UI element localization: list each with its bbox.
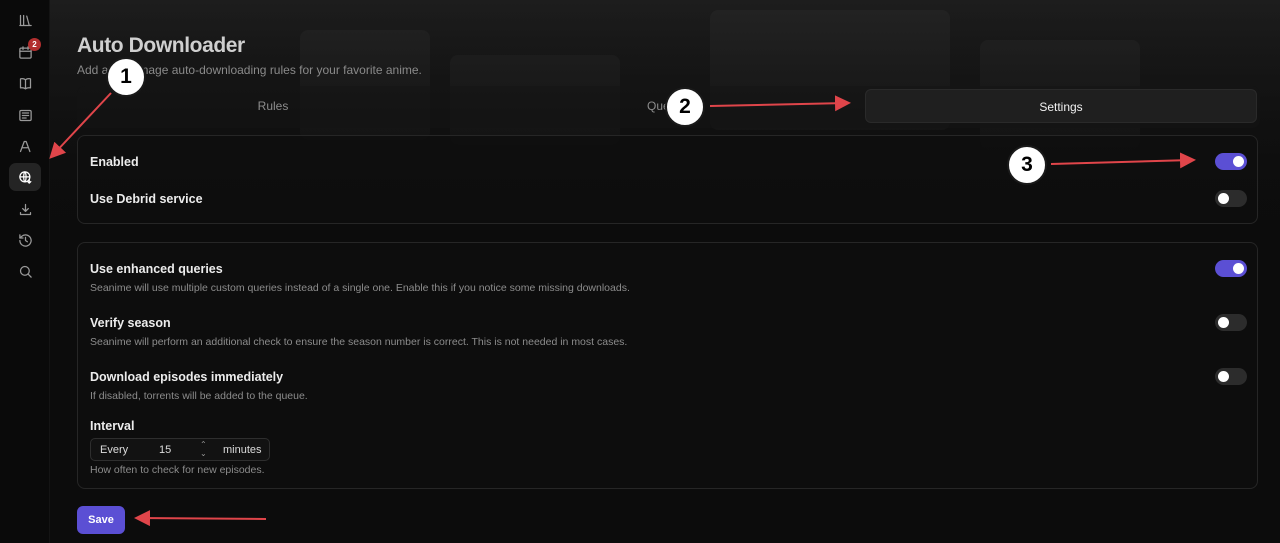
chevron-down-icon[interactable]: ⌄: [200, 450, 207, 458]
enhanced-queries-help: Seanime will use multiple custom queries…: [90, 282, 630, 294]
tab-rules[interactable]: Rules: [81, 89, 465, 123]
enhanced-queries-toggle[interactable]: [1215, 260, 1247, 277]
debrid-toggle[interactable]: [1215, 190, 1247, 207]
callout-step-3: 3: [1007, 145, 1047, 185]
interval-stepper[interactable]: ⌃ ⌄: [198, 439, 210, 460]
general-settings-card: Enabled Use Debrid service: [77, 135, 1258, 224]
arrow-to-save-button: [134, 510, 267, 527]
anilist-icon[interactable]: [9, 132, 41, 160]
book-icon[interactable]: [9, 69, 41, 97]
library-icon[interactable]: [9, 6, 41, 34]
interval-label: Interval: [90, 419, 135, 433]
download-immediately-label: Download episodes immediately: [90, 370, 284, 384]
verify-season-toggle[interactable]: [1215, 314, 1247, 331]
interval-input[interactable]: 15: [159, 444, 171, 456]
page-title: Auto Downloader: [77, 34, 245, 57]
callout-step-1: 1: [106, 57, 146, 97]
interval-help: How often to check for new episodes.: [90, 464, 265, 476]
download-icon[interactable]: [9, 195, 41, 223]
callout-step-2: 2: [665, 87, 705, 127]
interval-prefix: Every: [100, 444, 129, 456]
sidebar: 2: [0, 0, 50, 543]
debrid-label: Use Debrid service: [90, 192, 203, 206]
enhanced-queries-label: Use enhanced queries: [90, 262, 223, 276]
verify-season-help: Seanime will perform an additional check…: [90, 336, 628, 348]
save-button[interactable]: Save: [77, 506, 125, 534]
interval-input-group: Every 15 ⌃ ⌄ minutes: [90, 438, 270, 461]
enabled-label: Enabled: [90, 155, 139, 169]
download-settings-card: Use enhanced queries Seanime will use mu…: [77, 242, 1258, 489]
interval-suffix: minutes: [223, 444, 262, 456]
news-icon[interactable]: [9, 101, 41, 129]
notification-badge: 2: [28, 38, 41, 51]
history-icon[interactable]: [9, 226, 41, 254]
globe-download-icon[interactable]: [9, 163, 41, 191]
tab-settings[interactable]: Settings: [865, 89, 1257, 123]
download-immediately-help: If disabled, torrents will be added to t…: [90, 390, 308, 402]
search-icon[interactable]: [9, 257, 41, 285]
verify-season-label: Verify season: [90, 316, 171, 330]
enabled-toggle[interactable]: [1215, 153, 1247, 170]
chevron-up-icon[interactable]: ⌃: [200, 441, 207, 449]
download-immediately-toggle[interactable]: [1215, 368, 1247, 385]
